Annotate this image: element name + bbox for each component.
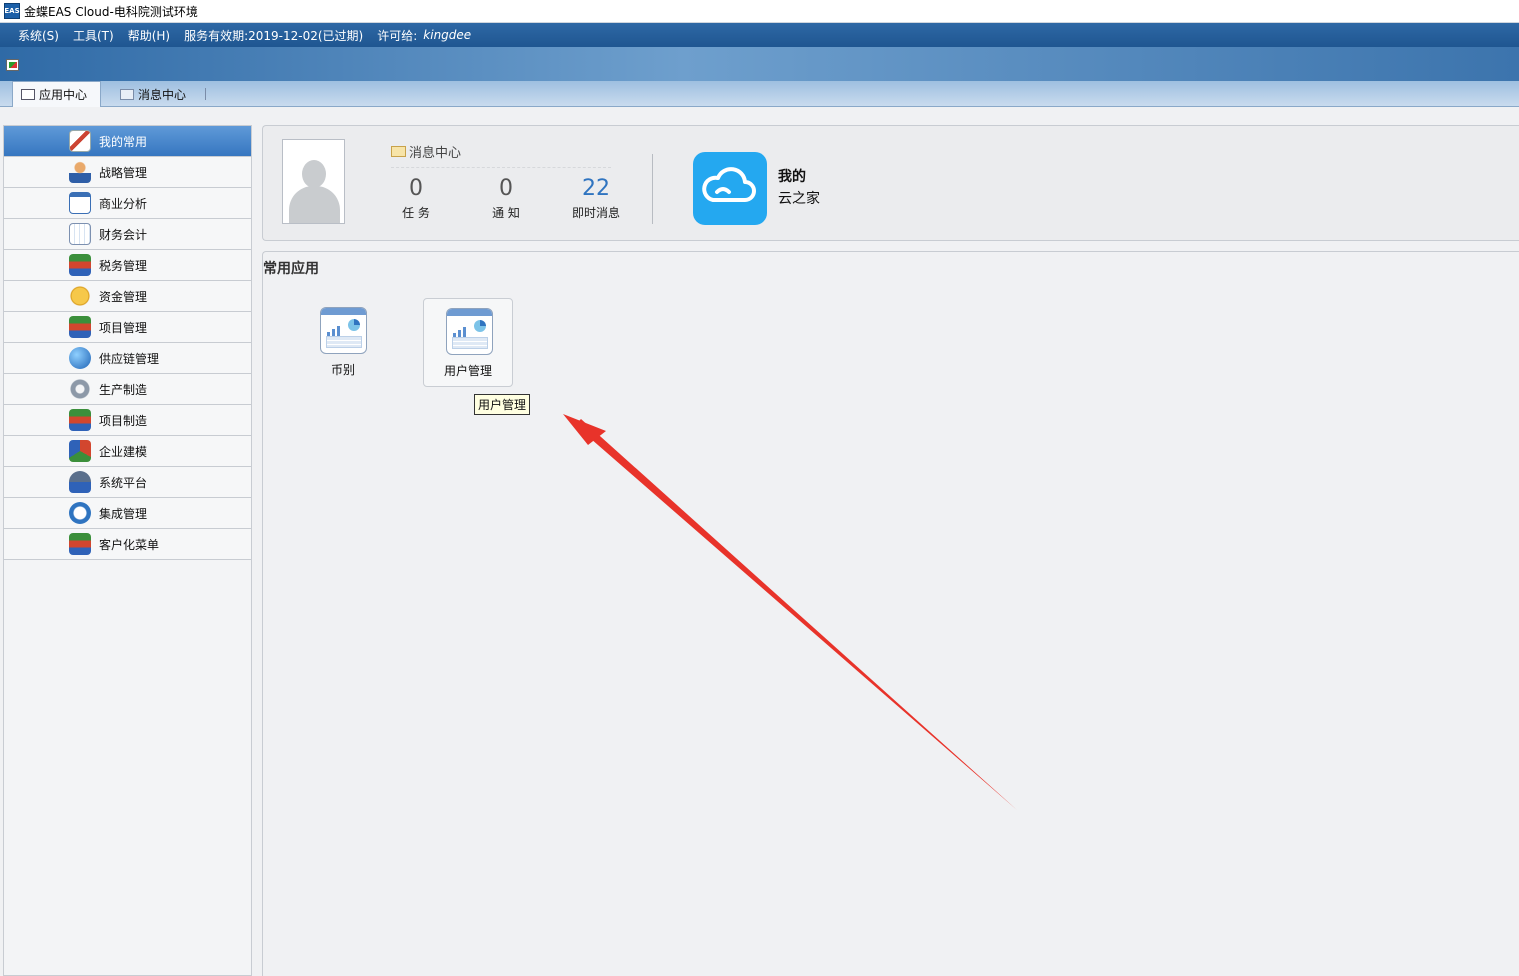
sidebar-item-finance[interactable]: 财务会计 (4, 219, 251, 250)
cubes-icon (69, 440, 91, 462)
cloud-home-button[interactable] (693, 152, 767, 225)
app-label: 币别 (330, 363, 355, 377)
sidebar-item-tax[interactable]: 税务管理 (4, 250, 251, 281)
globe-icon (69, 347, 91, 369)
platform-icon (69, 471, 91, 493)
divider (391, 167, 611, 168)
message-center-link[interactable]: 消息中心 (391, 142, 461, 161)
eas-logo-icon: EAS (4, 3, 20, 19)
envelope-icon (120, 88, 134, 100)
menu-tools[interactable]: 工具(T) (73, 27, 114, 44)
user-panel: 消息中心 0 任 务 0 通 知 22 即时消息 我的 云之家 (262, 125, 1519, 241)
sidebar-nav: 我的常用 战略管理 商业分析 财务会计 税务管理 资金管理 项目管理 供应链管理… (3, 125, 252, 976)
envelope-icon (391, 146, 406, 157)
sidebar-item-integration[interactable]: 集成管理 (4, 498, 251, 529)
license-value: kingdee (423, 28, 472, 42)
instant-message-count: 22 (582, 176, 610, 201)
cloud-line2: 云之家 (778, 191, 820, 207)
tab-strip: 应用中心 消息中心 (0, 81, 1519, 107)
divider (652, 154, 653, 224)
edit-layout-icon[interactable] (6, 59, 19, 71)
instant-message-label: 即时消息 (571, 206, 620, 220)
common-apps-panel: 常用应用 币别 用户管理 (262, 251, 1519, 976)
sidebar-item-label: 企业建模 (99, 444, 148, 459)
sidebar-item-strategy[interactable]: 战略管理 (4, 157, 251, 188)
avatar-head (302, 160, 326, 188)
gears-icon (69, 378, 91, 400)
sidebar-item-business-analysis[interactable]: 商业分析 (4, 188, 251, 219)
sidebar-item-label: 项目管理 (99, 320, 148, 335)
app-user-management[interactable]: 用户管理 (423, 298, 513, 387)
sidebar-item-custom-menu[interactable]: 客户化菜单 (4, 529, 251, 560)
report-app-icon (320, 307, 367, 354)
tab-label: 消息中心 (138, 87, 187, 102)
notice-label: 通 知 (492, 206, 520, 220)
sidebar-item-project-management[interactable]: 项目管理 (4, 312, 251, 343)
sidebar-item-my-common[interactable]: 我的常用 (4, 126, 251, 157)
sidebar-item-label: 项目制造 (99, 413, 148, 428)
sidebar-item-label: 战略管理 (99, 165, 148, 180)
sidebar-item-supply-chain[interactable]: 供应链管理 (4, 343, 251, 374)
cloud-home-label[interactable]: 我的 云之家 (778, 166, 820, 210)
notice-counter[interactable]: 0 通 知 (471, 176, 541, 221)
sidebar-item-label: 财务会计 (99, 227, 148, 242)
sidebar-item-label: 资金管理 (99, 289, 148, 304)
person-icon (69, 161, 91, 183)
sidebar-item-label: 我的常用 (99, 134, 148, 149)
tab-message-center[interactable]: 消息中心 (112, 81, 210, 107)
sidebar-item-system-platform[interactable]: 系统平台 (4, 467, 251, 498)
app-center-icon (21, 89, 35, 100)
task-label: 任 务 (402, 206, 430, 220)
sidebar-item-label: 税务管理 (99, 258, 148, 273)
common-apps-title: 常用应用 (263, 261, 319, 277)
chart-icon (69, 192, 91, 214)
toolbar (0, 47, 1519, 81)
tab-label: 应用中心 (39, 88, 88, 102)
avatar[interactable] (282, 139, 345, 224)
eas-icon (69, 502, 91, 524)
task-counter[interactable]: 0 任 务 (381, 176, 451, 221)
books-icon (69, 409, 91, 431)
app-label: 用户管理 (443, 364, 492, 378)
sidebar-item-treasury[interactable]: 资金管理 (4, 281, 251, 312)
books-icon (69, 254, 91, 276)
report-app-icon (446, 308, 493, 355)
avatar-body (289, 186, 340, 223)
cloud-line1: 我的 (778, 169, 806, 185)
service-validity: 服务有效期:2019-12-02(已过期) (184, 28, 364, 43)
app-currency[interactable]: 币别 (298, 298, 388, 387)
coins-icon (69, 285, 91, 307)
books-icon (69, 533, 91, 555)
menu-system[interactable]: 系统(S) (18, 27, 59, 44)
window-titlebar: EAS 金蝶EAS Cloud-电科院测试环境 (0, 0, 1519, 23)
ledger-icon (69, 223, 91, 245)
sidebar-item-label: 生产制造 (99, 382, 148, 397)
pen-paper-icon (69, 130, 91, 152)
sidebar-item-manufacturing[interactable]: 生产制造 (4, 374, 251, 405)
tab-app-center[interactable]: 应用中心 (12, 81, 101, 107)
window-title: 金蝶EAS Cloud-电科院测试环境 (24, 4, 198, 19)
app-tooltip: 用户管理 (474, 394, 531, 415)
license-label: 许可给: (377, 28, 418, 43)
books-icon (69, 316, 91, 338)
sidebar-item-label: 集成管理 (99, 506, 148, 521)
main-content: 消息中心 0 任 务 0 通 知 22 即时消息 我的 云之家 常用应用 币别 … (262, 125, 1519, 976)
cloud-icon (702, 167, 756, 202)
instant-message-counter[interactable]: 22 即时消息 (561, 176, 631, 221)
task-count: 0 (409, 176, 423, 201)
sidebar-item-label: 客户化菜单 (99, 537, 160, 552)
sidebar-item-enterprise-modeling[interactable]: 企业建模 (4, 436, 251, 467)
notice-count: 0 (499, 176, 513, 201)
sidebar-item-label: 商业分析 (99, 196, 148, 211)
menu-bar: 系统(S) 工具(T) 帮助(H) 服务有效期:2019-12-02(已过期) … (0, 23, 1519, 47)
sidebar-item-project-manufacturing[interactable]: 项目制造 (4, 405, 251, 436)
sidebar-item-label: 供应链管理 (99, 351, 160, 366)
sidebar-item-label: 系统平台 (99, 475, 148, 490)
message-center-label: 消息中心 (409, 146, 462, 161)
menu-help[interactable]: 帮助(H) (128, 27, 170, 44)
